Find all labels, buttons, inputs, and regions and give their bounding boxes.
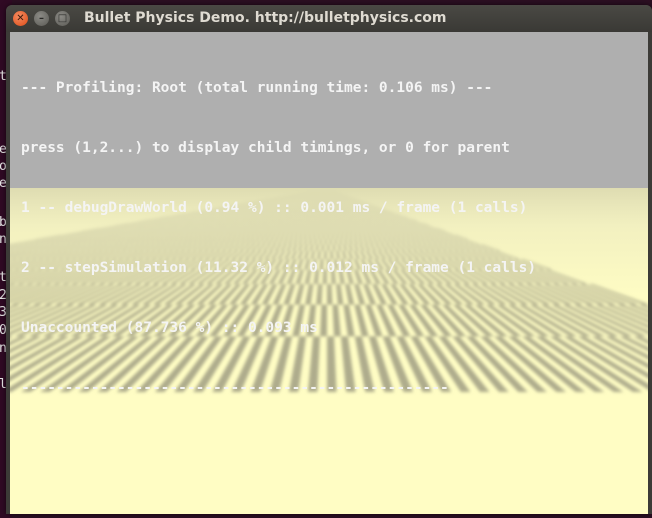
- maximize-button[interactable]: □: [55, 11, 70, 26]
- demo-window: ✕ – □ Bullet Physics Demo. http://bullet…: [6, 5, 652, 514]
- maximize-icon: □: [57, 13, 68, 24]
- close-icon: ✕: [16, 13, 25, 24]
- window-title: Bullet Physics Demo. http://bulletphysic…: [84, 10, 447, 26]
- title-bar[interactable]: ✕ – □ Bullet Physics Demo. http://bullet…: [6, 5, 652, 32]
- close-button[interactable]: ✕: [13, 11, 28, 26]
- minimize-button[interactable]: –: [34, 11, 49, 26]
- minimize-icon: –: [39, 13, 44, 24]
- render-viewport[interactable]: --- Profiling: Root (total running time:…: [10, 32, 648, 514]
